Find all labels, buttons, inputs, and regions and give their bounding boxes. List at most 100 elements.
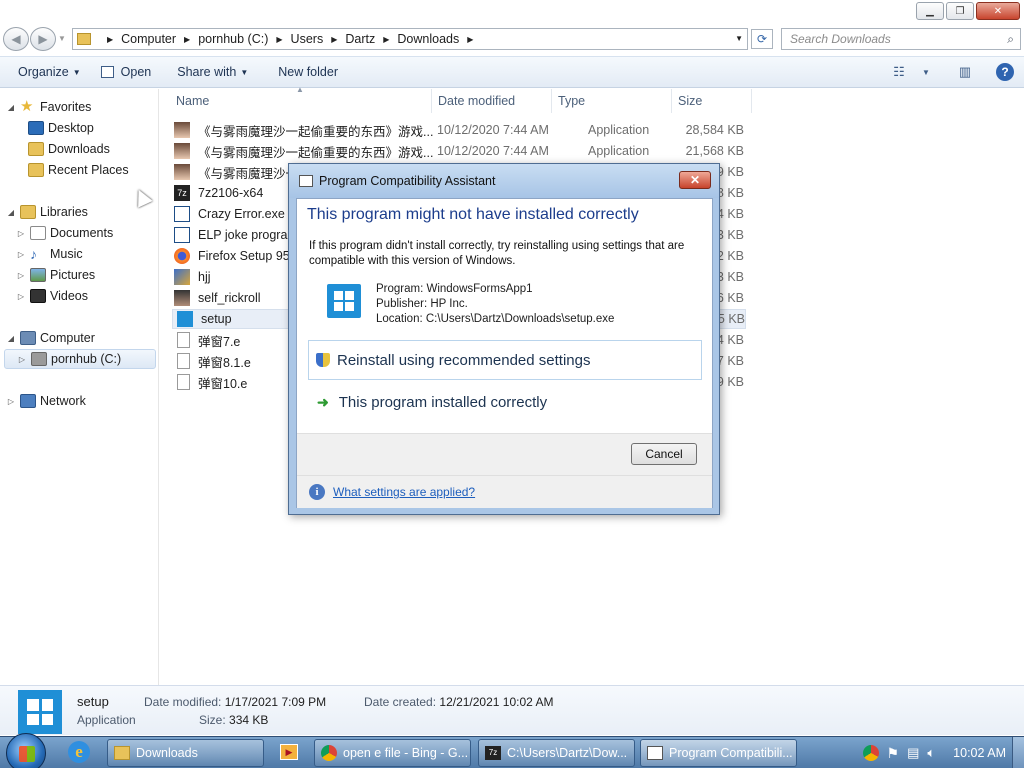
dialog-description: If this program didn't install correctly… xyxy=(309,240,685,267)
change-view-icon[interactable]: ☷ xyxy=(890,63,908,81)
start-button[interactable] xyxy=(6,733,46,768)
organize-label: Organize xyxy=(18,65,69,79)
organize-button[interactable]: Organize ▼ xyxy=(0,57,91,87)
chevron-down-icon: ▼ xyxy=(240,67,249,77)
recent-places-icon xyxy=(28,163,44,177)
view-dropdown-icon[interactable]: ▼ xyxy=(922,63,930,81)
desktop-icon xyxy=(28,121,44,135)
taskbar-chrome-bing[interactable]: open e file - Bing - G... xyxy=(314,739,471,767)
share-with-button[interactable]: Share with ▼ xyxy=(161,57,258,87)
column-header-date[interactable]: Date modified xyxy=(432,89,552,113)
windows-app-icon xyxy=(177,311,193,327)
breadcrumb-computer[interactable]: Computer xyxy=(121,32,176,46)
reinstall-option[interactable]: Reinstall using recommended settings xyxy=(308,340,702,380)
compatibility-icon xyxy=(647,746,663,760)
file-date: 10/12/2020 7:44 AM xyxy=(437,123,549,137)
clock[interactable]: 10:02 AM xyxy=(953,746,1006,760)
flag-icon[interactable]: ⚑ xyxy=(887,745,900,762)
chevron-right-icon[interactable]: ▶ xyxy=(184,35,190,44)
nav-favorites[interactable]: ◢ ★ Favorites xyxy=(0,97,91,117)
recent-pages-dropdown-icon[interactable]: ▼ xyxy=(58,34,66,43)
nav-downloads[interactable]: Downloads xyxy=(24,139,110,159)
windows-app-icon xyxy=(18,690,62,734)
nav-network[interactable]: ▷ Network xyxy=(0,391,86,411)
expand-arrow-icon[interactable]: ▷ xyxy=(16,250,26,259)
dialog-titlebar[interactable]: Program Compatibility Assistant xyxy=(289,164,719,198)
expand-arrow-icon[interactable]: ▷ xyxy=(16,229,26,238)
column-header-name[interactable]: Name ▲ xyxy=(170,85,432,113)
chrome-icon[interactable] xyxy=(862,745,879,761)
nav-videos[interactable]: ▷ Videos xyxy=(10,286,88,306)
breadcrumb-downloads[interactable]: Downloads xyxy=(397,32,459,46)
search-input[interactable]: Search Downloads ⌕ xyxy=(781,28,1021,50)
search-placeholder: Search Downloads xyxy=(790,32,891,46)
open-button[interactable]: Open xyxy=(91,57,162,87)
file-row[interactable]: 《与雾雨魔理沙一起偷重要的东西》游戏... 10/12/2020 7:44 AM… xyxy=(174,141,744,161)
file-row[interactable]: 《与雾雨魔理沙一起偷重要的东西》游戏... 10/12/2020 7:44 AM… xyxy=(174,120,744,140)
close-button[interactable]: ✕ xyxy=(976,2,1020,20)
compatibility-dialog: Program Compatibility Assistant ✕ This p… xyxy=(288,163,720,515)
taskbar-7zip[interactable]: 7z C:\Users\Dartz\Dow... xyxy=(478,739,635,767)
show-desktop-button[interactable] xyxy=(1012,737,1024,768)
volume-icon[interactable]: 🔈︎ xyxy=(927,745,935,761)
internet-explorer-icon[interactable]: e xyxy=(68,741,92,765)
forward-button[interactable]: ▶ xyxy=(30,27,56,51)
details-kind: Application xyxy=(77,713,136,727)
settings-applied-link[interactable]: What settings are applied? xyxy=(333,485,475,499)
dialog-button-area: Cancel xyxy=(297,433,712,475)
taskbar-downloads[interactable]: Downloads xyxy=(107,739,264,767)
chevron-down-icon: ▼ xyxy=(72,67,81,77)
preview-pane-icon[interactable]: ▥ xyxy=(956,63,974,81)
expand-arrow-icon[interactable]: ▷ xyxy=(16,292,26,301)
nav-documents[interactable]: ▷ Documents xyxy=(10,223,113,243)
dialog-footer: i What settings are applied? xyxy=(297,475,712,508)
libraries-icon xyxy=(20,205,36,219)
dialog-close-button[interactable]: ✕ xyxy=(679,171,711,189)
address-bar[interactable]: ▶ Computer ▶ pornhub (C:) ▶ Users ▶ Dart… xyxy=(72,28,748,50)
folder-icon xyxy=(114,746,130,760)
expand-arrow-icon[interactable]: ▷ xyxy=(6,397,16,406)
new-folder-button[interactable]: New folder xyxy=(258,57,348,87)
cancel-button[interactable]: Cancel xyxy=(631,443,697,465)
back-button[interactable]: ◀ xyxy=(3,27,29,51)
breadcrumb-users[interactable]: Users xyxy=(291,32,324,46)
nav-computer-label: Computer xyxy=(40,331,95,345)
chevron-right-icon[interactable]: ▶ xyxy=(331,35,337,44)
nav-computer[interactable]: ◢ Computer xyxy=(0,328,95,348)
refresh-button[interactable]: ⟳ xyxy=(751,29,773,49)
breadcrumb-drive[interactable]: pornhub (C:) xyxy=(198,32,268,46)
nav-music[interactable]: ▷ ♪ Music xyxy=(10,244,83,264)
breadcrumb-dartz[interactable]: Dartz xyxy=(345,32,375,46)
blank-file-icon xyxy=(177,332,190,348)
file-name: 《与雾雨魔理沙一起偷重要的东西》游戏... xyxy=(198,145,434,160)
column-name-label: Name xyxy=(176,94,210,108)
taskbar-compatibility-assistant[interactable]: Program Compatibili... xyxy=(640,739,797,767)
maximize-button[interactable]: ❐ xyxy=(946,2,974,20)
chevron-right-icon[interactable]: ▶ xyxy=(383,35,389,44)
column-header-type[interactable]: Type xyxy=(552,89,672,113)
nav-recent-places[interactable]: Recent Places xyxy=(24,160,129,180)
chevron-right-icon[interactable]: ▶ xyxy=(467,35,473,44)
search-icon[interactable]: ⌕ xyxy=(1007,32,1014,47)
music-icon: ♪ xyxy=(30,246,37,262)
expand-arrow-icon[interactable]: ▷ xyxy=(17,355,27,364)
nav-pictures[interactable]: ▷ Pictures xyxy=(10,265,95,285)
media-player-icon[interactable]: ▶ xyxy=(277,741,301,765)
network-icon[interactable]: ▤ xyxy=(907,745,919,761)
minimize-button[interactable]: ▁ xyxy=(916,2,944,20)
app-icon xyxy=(174,269,190,285)
nav-libraries[interactable]: ◢ Libraries xyxy=(0,202,88,222)
nav-desktop[interactable]: Desktop xyxy=(24,118,94,138)
expand-arrow-icon[interactable]: ◢ xyxy=(6,103,16,112)
dialog-title: Program Compatibility Assistant xyxy=(319,174,496,188)
nav-drive-c[interactable]: ▷ pornhub (C:) xyxy=(4,349,156,369)
address-dropdown-icon[interactable]: ▼ xyxy=(735,34,743,43)
expand-arrow-icon[interactable]: ◢ xyxy=(6,334,16,343)
expand-arrow-icon[interactable]: ▷ xyxy=(16,271,26,280)
chevron-right-icon[interactable]: ▶ xyxy=(276,35,282,44)
chevron-right-icon[interactable]: ▶ xyxy=(107,35,113,44)
installed-correctly-option[interactable]: ➜ This program installed correctly xyxy=(308,382,702,422)
column-header-size[interactable]: Size xyxy=(672,89,752,113)
help-icon[interactable]: ? xyxy=(996,63,1014,81)
expand-arrow-icon[interactable]: ◢ xyxy=(6,208,16,217)
